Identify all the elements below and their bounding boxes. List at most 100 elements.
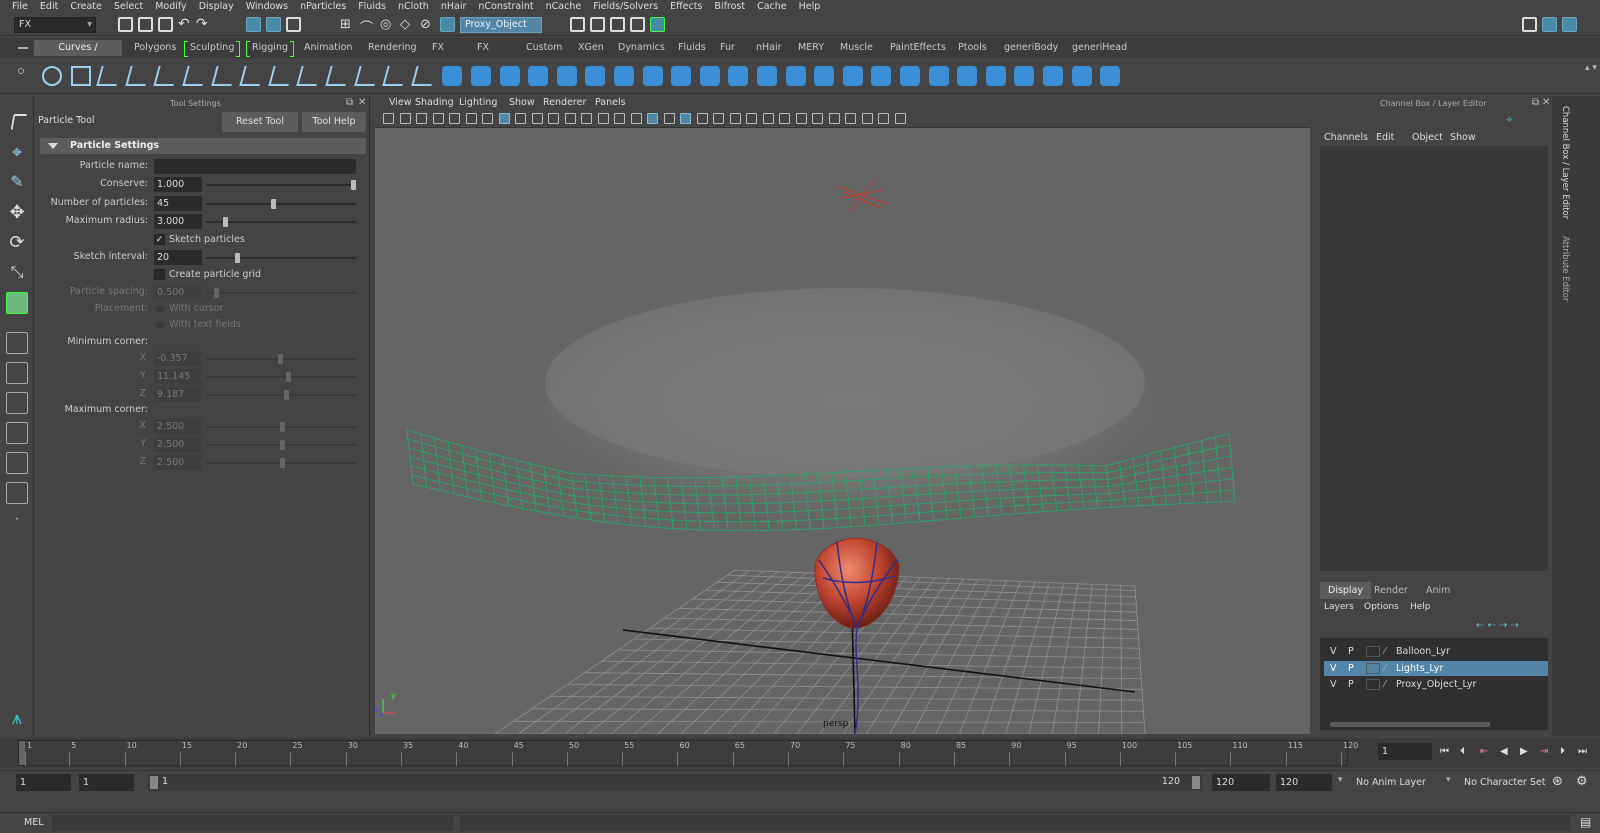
layer-action-icons[interactable]: ⇠ ⇠ ⇢ ⇢ [1476,620,1519,631]
shelf-tab[interactable]: Rendering [362,40,420,56]
viewport-tool-icon[interactable] [564,113,576,124]
viewport-menu-item[interactable]: Show [509,97,535,108]
snap-plane-icon[interactable]: ◇ [400,17,415,32]
step-forward-frame-icon[interactable]: ⇥ [1540,746,1548,757]
persp-graph-layout-icon[interactable] [6,422,28,444]
lasso-tool-icon[interactable]: ⌖ [6,142,28,164]
layer-visibility-toggle[interactable]: V [1330,661,1337,676]
viewport-tool-icon[interactable] [696,113,708,124]
shelf-menu-icon[interactable] [18,47,28,49]
project-icon[interactable] [900,66,920,86]
conserve-slider-handle[interactable] [351,180,356,190]
menu-item[interactable]: Fields/Solvers [587,0,664,14]
layer-playback-toggle[interactable]: P [1348,677,1354,692]
menu-item[interactable]: Windows [240,0,294,14]
max-radius-field[interactable]: 3.000 [154,214,202,229]
channel-box-menu-item[interactable]: Show [1450,132,1476,143]
side-tab-channel-box[interactable]: Channel Box / Layer Editor [1556,106,1570,219]
undo-icon[interactable]: ↶ [178,17,193,32]
layer-color-swatch[interactable] [1366,679,1380,690]
sketch-interval-slider-handle[interactable] [235,253,240,263]
current-frame-field[interactable]: 1 [1378,743,1432,760]
cut-curve-icon[interactable] [210,66,237,86]
rebuild-surface-icon[interactable] [957,66,978,86]
render-settings-icon[interactable] [610,17,625,32]
align-surface-icon[interactable] [1043,66,1063,86]
detach-surface-icon[interactable] [1014,66,1035,86]
layer-playback-toggle[interactable]: P [1348,644,1354,659]
redo-icon[interactable]: ↷ [196,17,211,32]
viewport-tool-icon[interactable] [630,113,642,124]
save-scene-icon[interactable] [158,17,173,32]
layer-name[interactable]: Balloon_Lyr [1396,644,1450,659]
attach-curve-icon[interactable] [325,66,351,86]
planar-icon[interactable] [671,66,692,86]
viewport-menu-item[interactable]: Shading [415,97,454,108]
menu-item[interactable]: Effects [664,0,708,14]
viewport-tool-icon[interactable] [515,113,526,124]
offset-curve-icon[interactable] [268,66,294,86]
particle-name-field[interactable] [154,159,356,174]
select-component-icon[interactable] [286,17,301,32]
workspace-icon[interactable] [1522,17,1537,32]
viewport-tool-icon[interactable] [845,113,856,124]
layer-tab[interactable]: Display [1320,582,1372,599]
range-start-handle[interactable] [150,776,158,789]
bezier-curve-icon[interactable] [182,66,208,86]
layer-tab[interactable]: Anim [1418,582,1458,599]
layer-visibility-toggle[interactable]: V [1330,644,1337,659]
num-particles-slider-handle[interactable] [271,199,277,209]
menuset-dropdown[interactable]: FX ▾ [14,17,96,33]
play-forward-icon[interactable]: ▶ [1520,746,1528,757]
menu-item[interactable]: Create [64,0,108,14]
pencil-curve-icon[interactable] [153,66,180,86]
persp-outliner-layout-icon[interactable] [6,482,28,504]
layout-toggle-icon[interactable] [1542,17,1557,32]
select-object-icon[interactable] [266,17,281,32]
range-slider[interactable]: 1 120 [148,774,1202,791]
menu-item[interactable]: nCloth [392,0,435,14]
shelf-tab[interactable]: Rigging [246,40,294,57]
shelf-tab[interactable]: nHair [750,40,786,56]
rotate-tool-icon[interactable]: ⟳ [6,232,28,254]
viewport-tool-icon[interactable] [878,113,889,124]
menu-item[interactable]: nCache [540,0,588,14]
square-surface-icon[interactable] [785,66,806,86]
max-radius-slider-handle[interactable] [223,217,229,227]
shelf-tab[interactable]: Custom [520,40,564,56]
torus-icon[interactable] [585,66,606,86]
cube-icon[interactable] [471,66,491,86]
go-to-end-icon[interactable]: ⏭ [1578,746,1587,757]
shelf-tab[interactable]: Fur [714,40,740,56]
side-layout-icon[interactable] [6,392,28,414]
sketch-interval-field[interactable]: 20 [154,250,202,265]
menu-item[interactable]: Bifrost [708,0,751,14]
layer-playback-toggle[interactable]: P [1348,661,1354,676]
viewport-tool-icon[interactable] [597,113,609,124]
playback-end-field[interactable]: 120 [1212,774,1270,791]
conserve-field[interactable]: 1.000 [154,177,202,192]
layer-color-swatch[interactable] [1366,662,1380,674]
viewport-tool-icon[interactable] [465,113,477,124]
circle-curve-icon[interactable] [42,66,62,86]
viewport-tool-icon[interactable] [762,113,774,124]
layer-row[interactable]: V P ⁄ Lights_Lyr [1324,660,1548,676]
viewport-tool-icon[interactable] [449,113,460,124]
menu-item[interactable]: File [6,0,34,14]
plane-icon[interactable] [556,66,577,86]
viewport-tool-icon[interactable] [680,113,691,124]
script-editor-icon[interactable]: ▤ [1580,815,1591,829]
snap-point-icon[interactable]: ◎ [380,17,395,32]
shelf-tab[interactable]: FX [426,40,448,56]
channel-box-menu-item[interactable]: Object [1412,132,1443,143]
new-scene-icon[interactable] [118,17,133,32]
num-particles-field[interactable]: 45 [154,196,202,211]
viewport-menu-item[interactable]: Lighting [459,97,497,108]
layer-scrollbar[interactable] [1330,722,1490,727]
start-time-field[interactable]: 1 [16,774,71,791]
num-particles-slider[interactable] [206,199,356,209]
sphere-icon[interactable] [442,66,463,86]
viewport-tool-icon[interactable] [812,113,823,124]
shelf-tab[interactable]: XGen [572,40,606,56]
paint-select-icon[interactable]: ✎ [6,172,28,194]
